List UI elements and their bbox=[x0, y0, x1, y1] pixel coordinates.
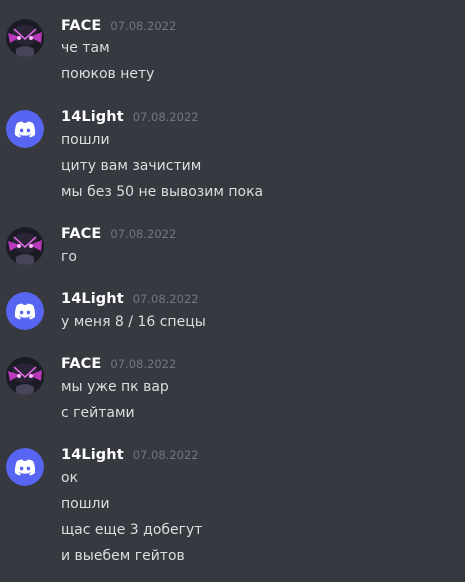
username[interactable]: 14Light bbox=[61, 109, 124, 125]
username[interactable]: 14Light bbox=[61, 291, 124, 307]
face-avatar-icon[interactable] bbox=[6, 227, 44, 265]
face-avatar-icon[interactable] bbox=[6, 357, 44, 395]
message-header: 14Light 07.08.2022 bbox=[61, 447, 199, 467]
message-text: ок bbox=[61, 470, 79, 486]
message-text: пошли bbox=[61, 496, 110, 512]
username[interactable]: 14Light bbox=[61, 447, 124, 463]
username[interactable]: FACE bbox=[61, 226, 101, 242]
message-header: 14Light 07.08.2022 bbox=[61, 291, 199, 311]
message-header: 14Light 07.08.2022 bbox=[61, 109, 199, 129]
message-text: пошли bbox=[61, 132, 110, 148]
message-text: мы уже пк вар bbox=[61, 379, 169, 395]
message-text: че там bbox=[61, 40, 110, 56]
face-avatar-icon[interactable] bbox=[6, 19, 44, 57]
timestamp: 07.08.2022 bbox=[110, 19, 177, 33]
message-text: с гейтами bbox=[61, 405, 135, 421]
username[interactable]: FACE bbox=[61, 18, 101, 34]
message-text: го bbox=[61, 249, 77, 265]
username[interactable]: FACE bbox=[61, 356, 101, 372]
discord-logo-icon[interactable] bbox=[6, 110, 44, 148]
timestamp: 07.08.2022 bbox=[132, 292, 199, 306]
message-text: щас еще 3 добегут bbox=[61, 522, 203, 538]
timestamp: 07.08.2022 bbox=[132, 448, 199, 462]
discord-logo-icon[interactable] bbox=[6, 448, 44, 486]
message-header: FACE 07.08.2022 bbox=[61, 356, 176, 376]
message-text: циту вам зачистим bbox=[61, 158, 202, 174]
message-text: и выебем гейтов bbox=[61, 548, 185, 564]
message-text: мы без 50 не вывозим пока bbox=[61, 184, 264, 200]
message-header: FACE 07.08.2022 bbox=[61, 18, 176, 38]
timestamp: 07.08.2022 bbox=[110, 357, 177, 371]
message-text: поюков нету bbox=[61, 66, 155, 82]
timestamp: 07.08.2022 bbox=[110, 227, 177, 241]
message-text: у меня 8 / 16 спецы bbox=[61, 314, 206, 330]
message-header: FACE 07.08.2022 bbox=[61, 226, 176, 246]
timestamp: 07.08.2022 bbox=[132, 110, 199, 124]
discord-logo-icon[interactable] bbox=[6, 292, 44, 330]
